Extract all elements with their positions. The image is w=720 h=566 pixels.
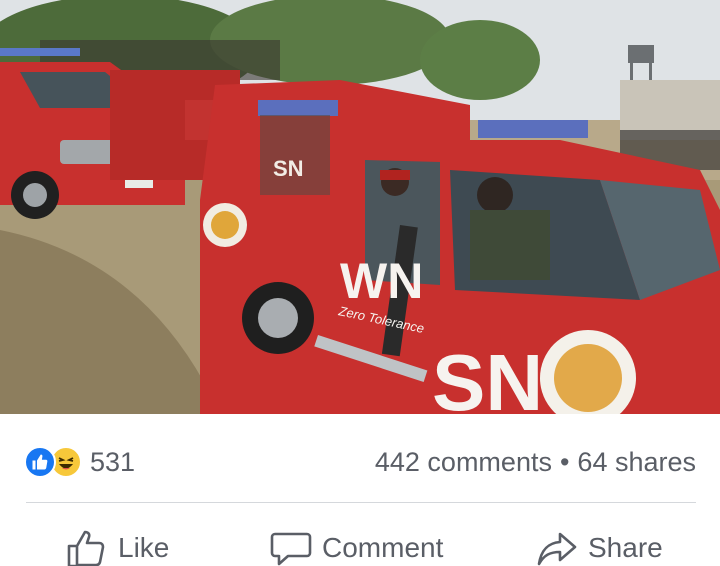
share-label: Share: [588, 532, 663, 563]
share-arrow-icon: [537, 532, 577, 566]
like-button[interactable]: Like: [66, 528, 169, 566]
comment-label: Comment: [322, 532, 444, 563]
post-action-bar: Like Comment Share: [0, 520, 720, 566]
comments-count-link[interactable]: 442 comments: [375, 447, 552, 478]
comment-button[interactable]: Comment: [270, 528, 443, 566]
thumbs-up-icon: [67, 530, 105, 566]
photo-illustration: WN SN Zero Tolerance SN: [0, 0, 720, 414]
truck-side-mark: SN: [273, 156, 304, 181]
reactions-summary[interactable]: 531: [24, 444, 135, 480]
actions-divider: [26, 502, 696, 503]
separator-dot: •: [559, 446, 570, 477]
like-reaction-icon: [24, 446, 56, 478]
post-stats-bar: 531 442 comments • 64 shares: [0, 414, 720, 504]
share-button[interactable]: Share: [536, 528, 663, 566]
post-photo[interactable]: WN SN Zero Tolerance SN: [0, 0, 720, 414]
shares-count-link[interactable]: 64 shares: [577, 447, 696, 478]
comment-bubble-icon: [270, 532, 312, 566]
reaction-count: 531: [90, 446, 136, 477]
vehicle-mark-rear: SN: [432, 338, 543, 414]
engagement-summary: 442 comments • 64 shares: [375, 444, 696, 480]
like-label: Like: [118, 532, 170, 563]
vehicle-mark-door: WN: [340, 253, 423, 309]
